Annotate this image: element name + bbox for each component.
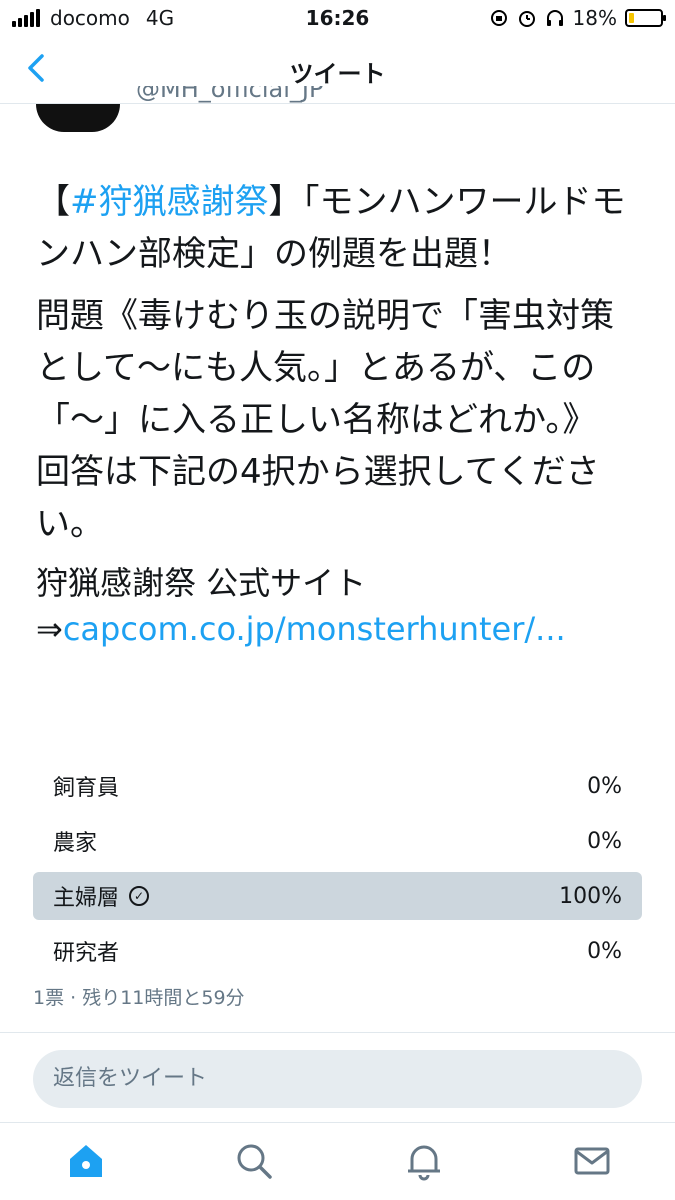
hashtag-link[interactable]: #狩猟感謝祭 bbox=[70, 182, 269, 222]
poll-option-label-wrap: 主婦層 ✓ bbox=[53, 880, 150, 912]
tab-bar bbox=[0, 1122, 675, 1200]
check-circle-icon: ✓ bbox=[129, 886, 150, 906]
alarm-icon bbox=[518, 11, 535, 27]
user-handle[interactable]: @MH_official_JP bbox=[136, 86, 436, 104]
poll-option-label: 主婦層 bbox=[53, 886, 120, 911]
poll-option-label: 農家 bbox=[53, 831, 98, 856]
tweet-paragraph-1: 【#狩猟感謝祭】「モンハンワールドモンハン部検定」の例題を出題！ bbox=[36, 176, 646, 280]
poll-option-percent: 100% bbox=[559, 883, 622, 909]
search-icon[interactable] bbox=[234, 1141, 274, 1181]
rotation-lock-icon bbox=[490, 10, 507, 26]
bracket-open: 【 bbox=[36, 182, 70, 222]
poll: 飼育員 0% 農家 0% 主婦層 ✓ 100% 研究者 0% 1票 · 残り11… bbox=[33, 762, 642, 1010]
poll-option-percent: 0% bbox=[587, 828, 622, 854]
poll-option-label: 研究者 bbox=[53, 941, 120, 966]
handle-text: @MH_official_JP bbox=[136, 86, 324, 103]
headphones-icon bbox=[546, 10, 563, 26]
site-label: 狩猟感謝祭 公式サイト bbox=[36, 564, 367, 602]
status-bar: docomo 4G 16:26 18% bbox=[0, 0, 675, 36]
home-icon[interactable] bbox=[66, 1141, 106, 1181]
tweet-paragraph-2: 問題《毒けむり玉の説明で「害虫対策として〜にも人気。」とあるが、この「〜」に入る… bbox=[36, 296, 614, 440]
poll-option-selected[interactable]: 主婦層 ✓ 100% bbox=[33, 872, 642, 920]
tweet-paragraph-3: 回答は下記の4択から選択してください。 bbox=[36, 452, 600, 544]
battery-level bbox=[629, 13, 635, 23]
reply-area: 返信をツイート bbox=[0, 1032, 675, 1122]
battery-icon bbox=[625, 9, 666, 27]
poll-option-label: 飼育員 bbox=[53, 776, 120, 801]
poll-option-percent: 0% bbox=[587, 938, 622, 964]
status-right: 18% bbox=[489, 6, 666, 30]
poll-option[interactable]: 飼育員 0% bbox=[33, 762, 642, 810]
site-link-line: ⇒capcom.co.jp/monsterhunter/... bbox=[36, 606, 646, 652]
arrow-glyph: ⇒ bbox=[36, 610, 63, 648]
external-link[interactable]: capcom.co.jp/monsterhunter/... bbox=[63, 610, 566, 648]
avatar[interactable] bbox=[36, 104, 120, 132]
battery-percent: 18% bbox=[572, 6, 617, 30]
poll-option[interactable]: 研究者 0% bbox=[33, 927, 642, 975]
poll-meta: 1票 · 残り11時間と59分 bbox=[33, 987, 245, 1009]
poll-option-percent: 0% bbox=[587, 773, 622, 799]
poll-option[interactable]: 農家 0% bbox=[33, 817, 642, 865]
reply-input[interactable]: 返信をツイート bbox=[33, 1050, 642, 1108]
notifications-icon[interactable] bbox=[404, 1141, 444, 1181]
page-title: ツイート bbox=[289, 60, 386, 88]
messages-icon[interactable] bbox=[572, 1141, 612, 1181]
tweet-text: 【#狩猟感謝祭】「モンハンワールドモンハン部検定」の例題を出題！ 問題《毒けむり… bbox=[36, 176, 646, 662]
